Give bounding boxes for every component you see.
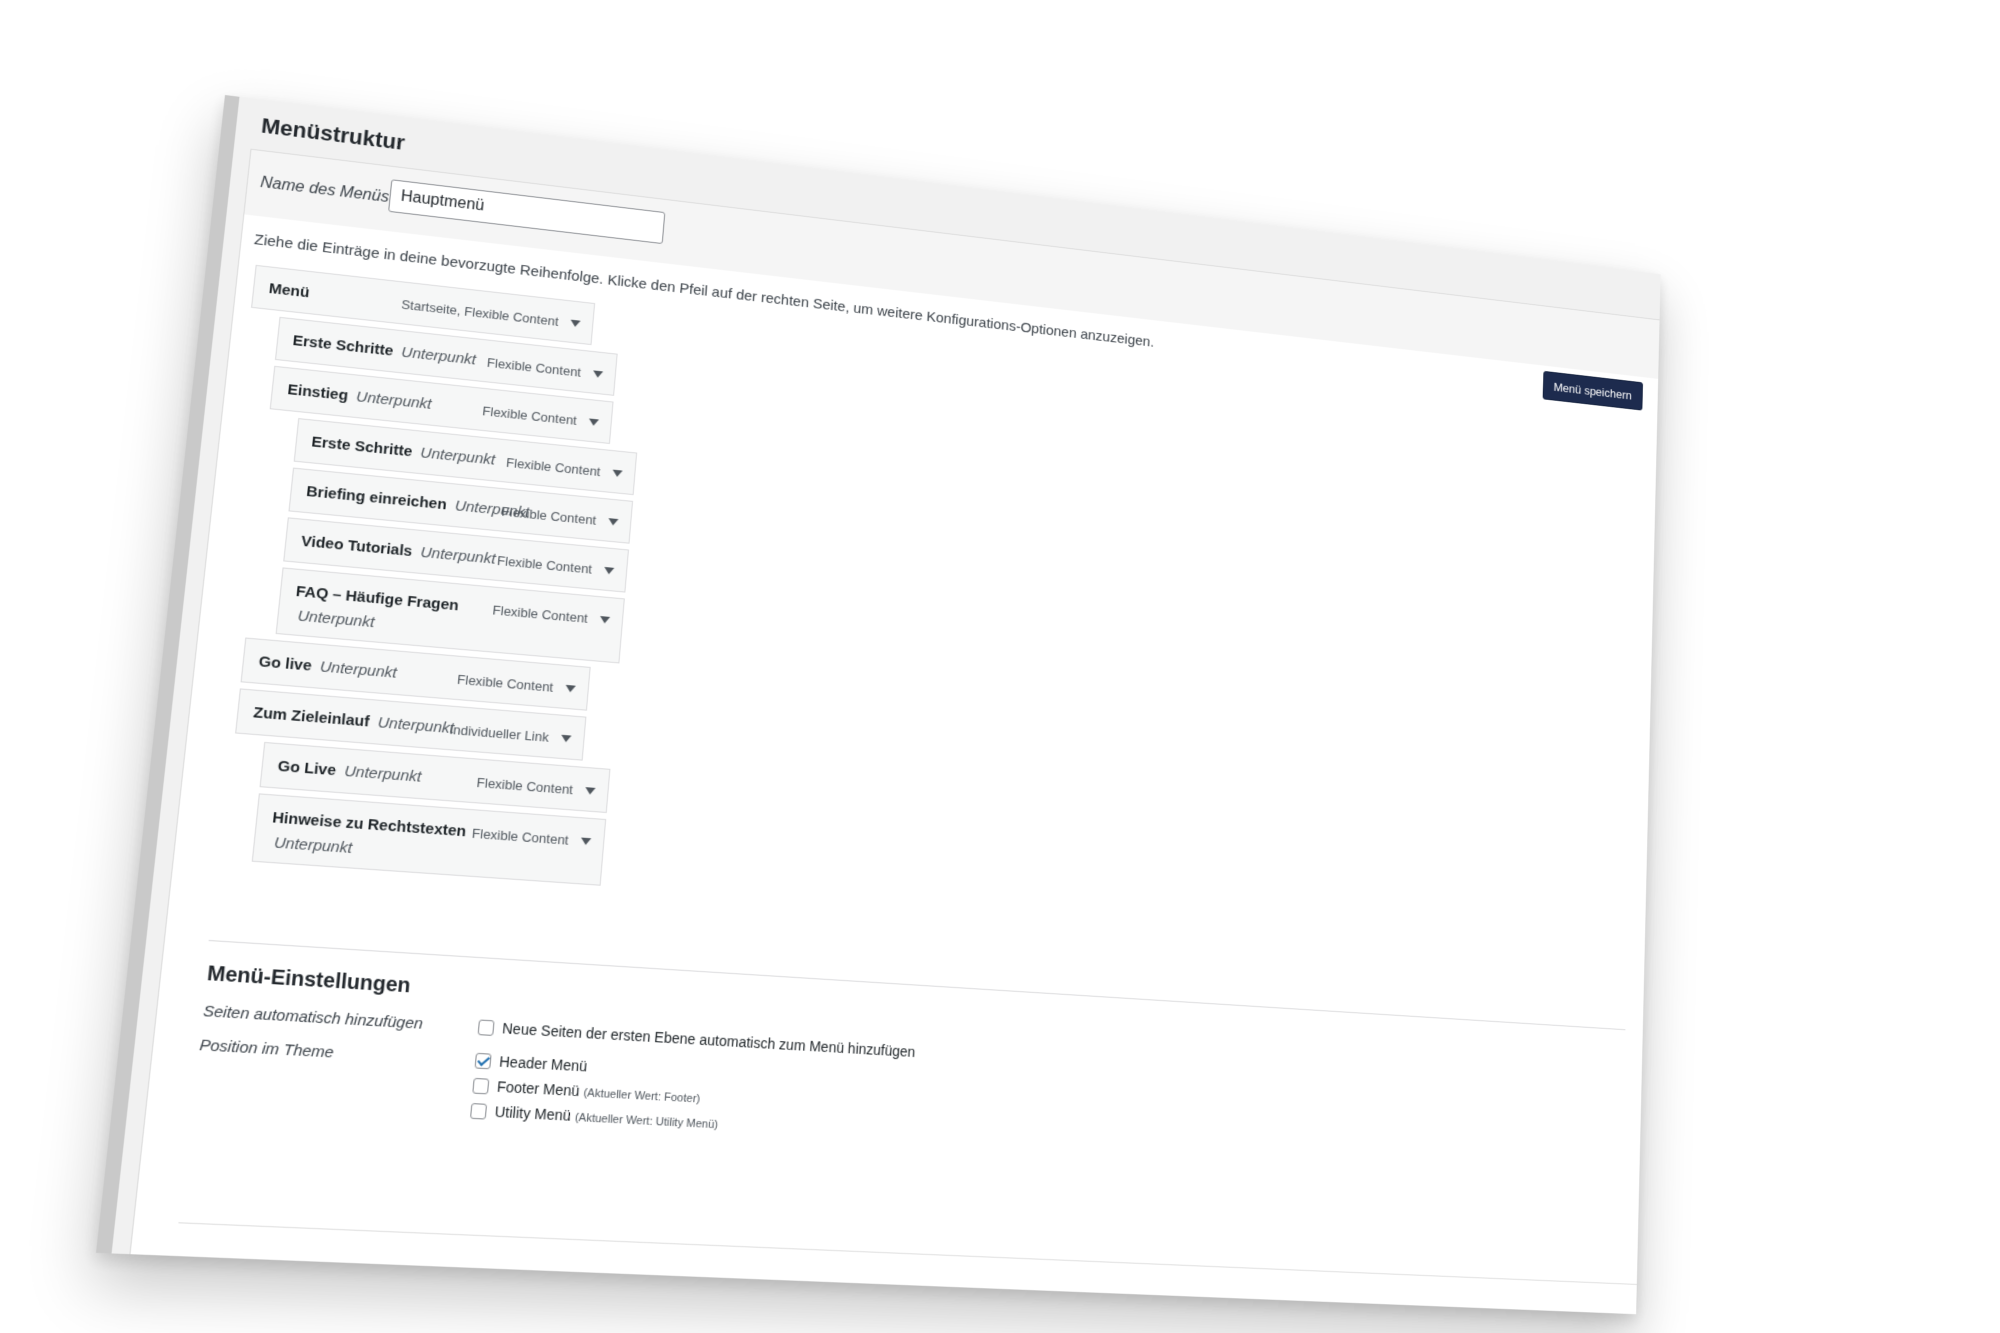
menu-item-subtitle: Unterpunkt: [296, 607, 376, 632]
menu-item-subtitle: Unterpunkt: [319, 658, 398, 682]
expand-arrow-icon[interactable]: [606, 514, 621, 529]
location-footer[interactable]: Footer Menü (Aktueller Wert: Footer): [472, 1077, 701, 1107]
menu-item-title: FAQ – Häufige Fragen Unterpunkt: [295, 582, 460, 632]
expand-arrow-icon[interactable]: [586, 414, 601, 429]
menu-item-subtitle: Unterpunkt: [376, 714, 455, 738]
expand-arrow-icon[interactable]: [568, 316, 583, 331]
menu-item-title: Zum Zieleinlauf Unterpunkt: [252, 703, 455, 738]
menu-content: Ziehe die Einträge in deine bevorzugte R…: [129, 214, 1659, 1315]
menu-item-type: Startseite, Flexible Content: [400, 296, 560, 329]
menu-settings-title: Menü-Einstellungen: [206, 962, 412, 998]
menu-item-title: Hinweise zu Rechtstexten Unterpunkt: [271, 808, 467, 858]
header-menu-label: Header Menü: [498, 1053, 588, 1075]
auto-add-checkbox[interactable]: [477, 1019, 495, 1036]
expand-arrow-icon[interactable]: [590, 366, 605, 381]
footer-menu-note: (Aktueller Wert: Footer): [582, 1086, 701, 1106]
expand-arrow-icon[interactable]: [602, 563, 617, 578]
menu-item-title: Go Live Unterpunkt: [276, 757, 423, 786]
menu-item-type: Flexible Content: [456, 671, 554, 695]
utility-menu-checkbox[interactable]: [469, 1102, 488, 1120]
footer-menu-checkbox[interactable]: [472, 1077, 490, 1095]
menu-item-subtitle: Unterpunkt: [400, 343, 477, 369]
footer-menu-label: Footer Menü: [496, 1078, 581, 1100]
menu-item-title: Menü: [268, 280, 311, 302]
menu-structure-panel: Menüstruktur Name des Menüs Ziehe die Ei…: [95, 95, 1661, 1315]
menu-name-input[interactable]: [388, 179, 666, 245]
expand-arrow-icon[interactable]: [583, 783, 598, 798]
menu-item-type: Individueller Link: [448, 721, 550, 745]
expand-arrow-icon[interactable]: [578, 833, 593, 848]
menu-item-type: Flexible Content: [486, 355, 582, 380]
menu-item-title: Briefing einreichen Unterpunkt: [305, 482, 531, 522]
panel-title: Menüstruktur: [260, 113, 406, 155]
menu-item-title: Go live Unterpunkt: [257, 653, 398, 682]
menu-item-type: Flexible Content: [471, 825, 570, 848]
position-label: Position im Theme: [198, 1036, 335, 1062]
bottom-divider: [178, 1222, 1637, 1285]
menu-item-subtitle: Unterpunkt: [419, 444, 496, 469]
menu-item-title: Erste Schritte Unterpunkt: [310, 433, 496, 469]
menu-item-type: Flexible Content: [496, 553, 593, 577]
expand-arrow-icon[interactable]: [610, 466, 625, 481]
save-menu-button[interactable]: Menü speichern: [1542, 370, 1644, 411]
menu-item-title: Video Tutorials Unterpunkt: [300, 532, 497, 568]
menu-item-title: Erste Schritte Unterpunkt: [291, 332, 477, 369]
menu-item-subtitle: Unterpunkt: [273, 834, 353, 858]
menu-item-subtitle: Unterpunkt: [355, 388, 433, 413]
utility-menu-label: Utility Menü: [494, 1103, 572, 1124]
auto-add-option-label: Neue Seiten der ersten Ebene automatisch…: [501, 1019, 916, 1061]
menu-item-type: Flexible Content: [501, 503, 597, 528]
expand-arrow-icon[interactable]: [597, 612, 612, 627]
menu-name-label: Name des Menüs: [259, 174, 390, 206]
menu-item-type: Flexible Content: [481, 403, 578, 428]
utility-menu-note: (Aktueller Wert: Utility Menü): [574, 1111, 719, 1132]
location-header[interactable]: Header Menü: [474, 1052, 588, 1076]
header-menu-checkbox[interactable]: [474, 1052, 492, 1070]
location-utility[interactable]: Utility Menü (Aktueller Wert: Utility Men…: [469, 1102, 719, 1132]
menu-item-subtitle: Unterpunkt: [419, 543, 497, 568]
menu-item-type: Flexible Content: [505, 455, 602, 480]
menu-item-subtitle: Unterpunkt: [343, 762, 423, 786]
expand-arrow-icon[interactable]: [563, 681, 578, 696]
menu-item-title: Einstieg Unterpunkt: [286, 381, 433, 413]
menu-item-type: Flexible Content: [491, 602, 589, 626]
expand-arrow-icon[interactable]: [558, 731, 573, 746]
auto-add-label: Seiten automatisch hinzufügen: [202, 1002, 424, 1033]
menu-item-type: Flexible Content: [476, 774, 574, 798]
